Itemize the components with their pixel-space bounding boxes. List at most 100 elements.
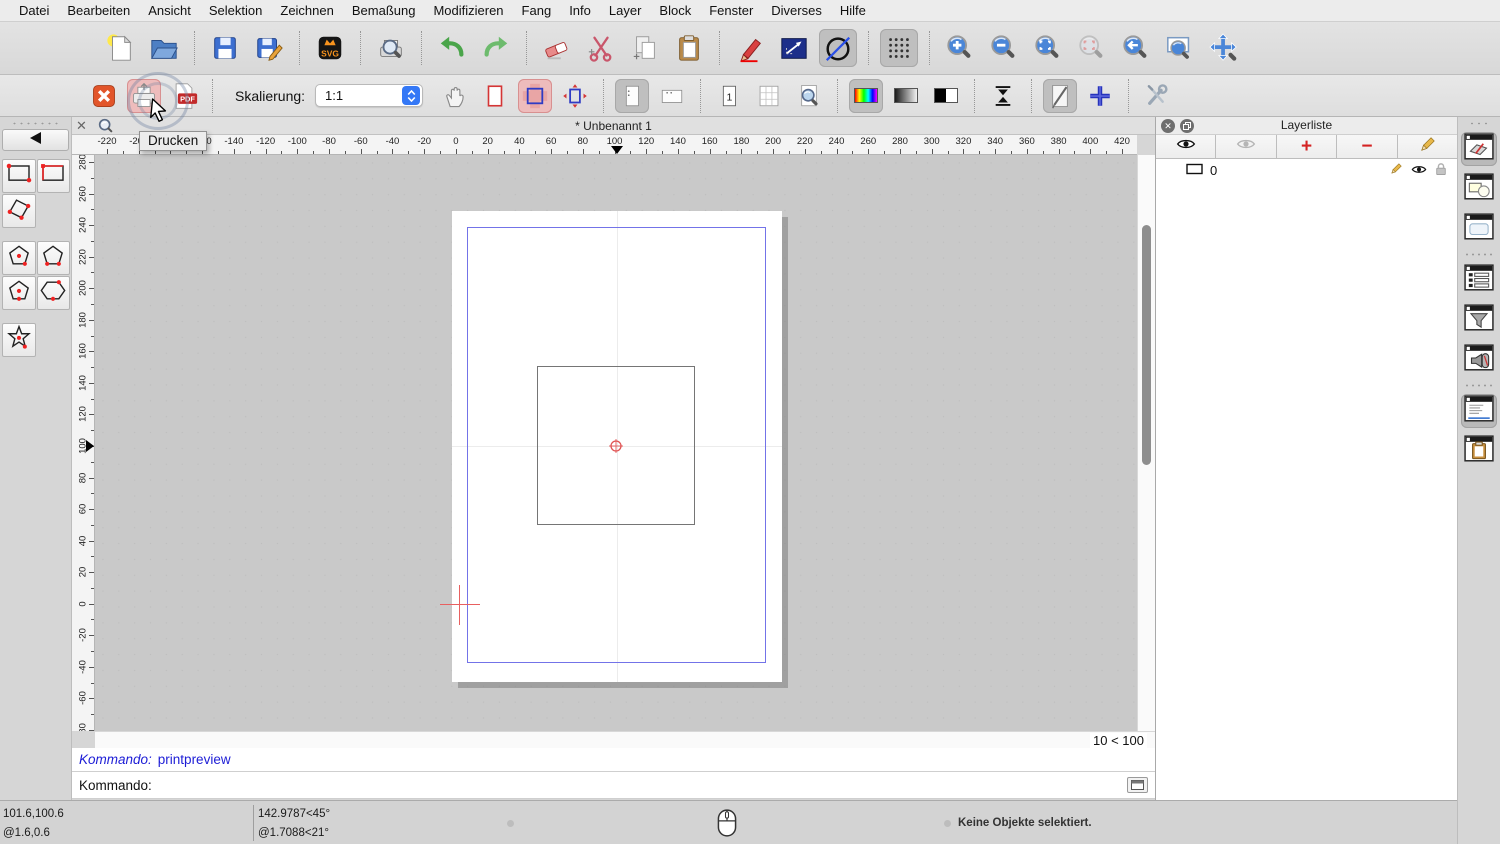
zoom-auto-icon	[1033, 33, 1063, 63]
circle-slash-button[interactable]	[819, 29, 857, 67]
add-layer-button[interactable]: +	[1277, 135, 1337, 158]
snap-grid-button[interactable]	[880, 29, 918, 67]
layer-lock-icon[interactable]	[1435, 162, 1447, 179]
ruler-h-label: 420	[1114, 136, 1130, 147]
horizontal-scrollbar[interactable]: 10 < 100	[95, 731, 1155, 748]
dock-layerlist-toggle-button[interactable]	[1461, 132, 1497, 166]
scale-to-page-button[interactable]	[558, 79, 592, 113]
menu-diverses[interactable]: Diverses	[762, 0, 831, 22]
fit-vertical-button[interactable]	[986, 79, 1020, 113]
rect-3points-tool-button[interactable]	[2, 194, 36, 228]
polygon-side-side-tool-button[interactable]	[37, 276, 71, 310]
toolbox-grip[interactable]	[10, 121, 61, 126]
dock-filter-toggle-button[interactable]	[1461, 303, 1497, 337]
polar-abs-coordinates: 142.9787<45°	[258, 808, 330, 820]
polygon-center-tangent-tool-button[interactable]	[2, 276, 36, 310]
vertical-scrollbar-thumb[interactable]	[1142, 225, 1151, 465]
menu-selektion[interactable]: Selektion	[200, 0, 271, 22]
paper-border-button[interactable]	[478, 79, 512, 113]
landscape-button[interactable]	[655, 79, 689, 113]
copy-button[interactable]	[626, 29, 664, 67]
stepper-icon[interactable]	[402, 86, 420, 105]
paste-button[interactable]	[670, 29, 708, 67]
redo-button[interactable]	[477, 29, 515, 67]
toolbar-separator	[700, 79, 701, 113]
eraser-button[interactable]	[538, 29, 576, 67]
vertical-scrollbar[interactable]	[1137, 155, 1155, 731]
scale-select[interactable]: 1:1	[315, 84, 423, 107]
menu-bemaung[interactable]: Bemaßung	[343, 0, 425, 22]
dock-strip-grip[interactable]	[1468, 121, 1490, 126]
ruler-h-label: 160	[702, 136, 718, 147]
layer-edit-pencil-icon[interactable]	[1389, 162, 1403, 179]
ruler-h-label: 20	[482, 136, 493, 147]
zoom-page-button[interactable]	[792, 79, 826, 113]
dock-entitylist-toggle-button[interactable]	[1461, 263, 1497, 297]
color-mode-button[interactable]	[849, 79, 883, 113]
menu-info[interactable]: Info	[560, 0, 600, 22]
remove-layer-button[interactable]: −	[1337, 135, 1397, 158]
menu-hilfe[interactable]: Hilfe	[831, 0, 875, 22]
menu-fenster[interactable]: Fenster	[700, 0, 762, 22]
dock-blocklist-toggle-button[interactable]	[1461, 172, 1497, 206]
hide-all-layers-button[interactable]	[1216, 135, 1276, 158]
rel-coordinates: @1.6,0.6	[3, 827, 50, 839]
settings-button[interactable]	[1140, 79, 1174, 113]
grayscale-mode-button[interactable]	[889, 79, 923, 113]
print-preview-button[interactable]	[372, 29, 410, 67]
layer-row[interactable]: 0	[1156, 159, 1457, 181]
star-tool-button[interactable]	[2, 323, 36, 357]
polygon-2-corners-tool-button[interactable]	[37, 241, 71, 275]
blackwhite-mode-button[interactable]	[929, 79, 963, 113]
menu-datei[interactable]: Datei	[10, 0, 58, 22]
menu-fang[interactable]: Fang	[513, 0, 561, 22]
zoom-pan-button[interactable]	[1205, 29, 1243, 67]
layer-visible-eye-icon[interactable]	[1411, 163, 1427, 178]
zoom-auto-button[interactable]	[1029, 29, 1067, 67]
show-all-layers-button[interactable]	[1156, 135, 1216, 158]
fit-to-page-button[interactable]	[518, 79, 552, 113]
open-folder-button[interactable]	[145, 29, 183, 67]
single-page-button[interactable]: 1	[712, 79, 746, 113]
dock-notify-toggle-button[interactable]	[1461, 343, 1497, 377]
rect-2points-icon	[4, 160, 34, 192]
svg-export-button[interactable]: SVG	[311, 29, 349, 67]
cut-button[interactable]	[582, 29, 620, 67]
rect-2points-tool-button[interactable]	[2, 159, 36, 193]
crosshair-button[interactable]	[1083, 79, 1117, 113]
dock-commandline-toggle-button[interactable]	[1461, 394, 1497, 428]
menu-zeichnen[interactable]: Zeichnen	[271, 0, 342, 22]
undo-button[interactable]	[433, 29, 471, 67]
commandline-float-button[interactable]	[1127, 777, 1148, 793]
save-as-button[interactable]	[250, 29, 288, 67]
pen-button[interactable]	[731, 29, 769, 67]
menu-bearbeiten[interactable]: Bearbeiten	[58, 0, 139, 22]
rect-axes-tool-button[interactable]	[37, 159, 71, 193]
zoom-previous-button[interactable]	[1117, 29, 1155, 67]
command-input-line[interactable]: Kommando:	[72, 772, 1155, 799]
close-preview-icon	[90, 82, 118, 110]
tiled-pages-button[interactable]	[752, 79, 786, 113]
edit-layer-button[interactable]	[1398, 135, 1457, 158]
drawing-canvas[interactable]	[95, 155, 1137, 731]
menu-ansicht[interactable]: Ansicht	[139, 0, 200, 22]
measure-distance-button[interactable]	[775, 29, 813, 67]
hand-pan-button[interactable]	[438, 79, 472, 113]
panel-close-icon[interactable]: ✕	[1161, 119, 1175, 133]
save-button[interactable]	[206, 29, 244, 67]
close-preview-button[interactable]	[87, 79, 121, 113]
zoom-out-button[interactable]	[985, 29, 1023, 67]
polygon-center-corner-tool-button[interactable]	[2, 241, 36, 275]
new-file-button[interactable]	[101, 29, 139, 67]
draft-mode-button[interactable]	[1043, 79, 1077, 113]
dock-clipboard-toggle-button[interactable]	[1461, 434, 1497, 468]
zoom-in-button[interactable]	[941, 29, 979, 67]
portrait-button[interactable]	[615, 79, 649, 113]
zoom-window-button[interactable]	[1161, 29, 1199, 67]
dock-library-toggle-button[interactable]	[1461, 212, 1497, 246]
menu-block[interactable]: Block	[650, 0, 700, 22]
menu-layer[interactable]: Layer	[600, 0, 651, 22]
toolbox-back-button[interactable]	[2, 129, 69, 151]
panel-float-icon[interactable]	[1180, 119, 1194, 133]
menu-modifizieren[interactable]: Modifizieren	[424, 0, 512, 22]
